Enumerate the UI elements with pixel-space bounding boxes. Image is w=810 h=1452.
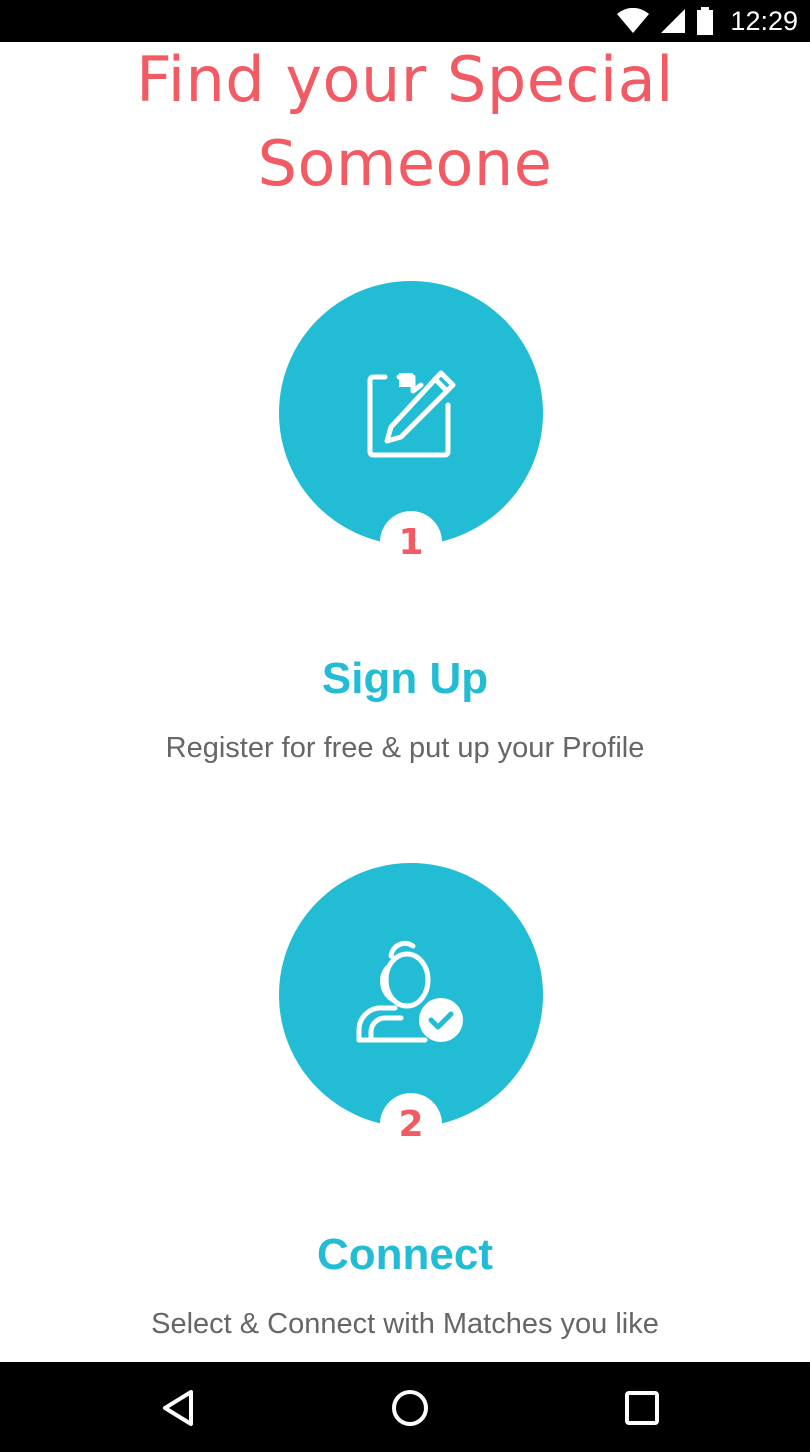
edit-form-icon: [363, 365, 459, 461]
page-title: Find your Special Someone: [0, 38, 810, 206]
step-1-circle: [279, 281, 543, 545]
home-icon[interactable]: [390, 1388, 430, 1428]
step-2-number-badge: 2: [380, 1093, 442, 1155]
step-1-number: 1: [398, 522, 424, 563]
status-time: 12:29: [730, 5, 798, 36]
recents-icon[interactable]: [622, 1388, 662, 1428]
step-1-description: Register for free & put up your Profile: [165, 732, 645, 764]
step-1-title: Sign Up: [321, 654, 489, 703]
step-2-circle: [279, 863, 543, 1127]
status-bar: 12:29: [0, 0, 810, 42]
wifi-icon: [616, 8, 650, 34]
step-2-number: 2: [398, 1104, 424, 1145]
back-icon[interactable]: [158, 1388, 198, 1428]
page-title-line-1: Find your Special: [136, 43, 674, 116]
user-check-icon: [351, 940, 471, 1050]
step-1-number-badge: 1: [380, 511, 442, 573]
step-2-description: Select & Connect with Matches you like: [151, 1308, 659, 1340]
navigation-bar: [0, 1362, 810, 1452]
battery-icon: [696, 7, 714, 35]
step-2-title: Connect: [317, 1230, 493, 1279]
page-title-line-2: Someone: [257, 127, 553, 200]
signal-icon: [660, 8, 686, 34]
